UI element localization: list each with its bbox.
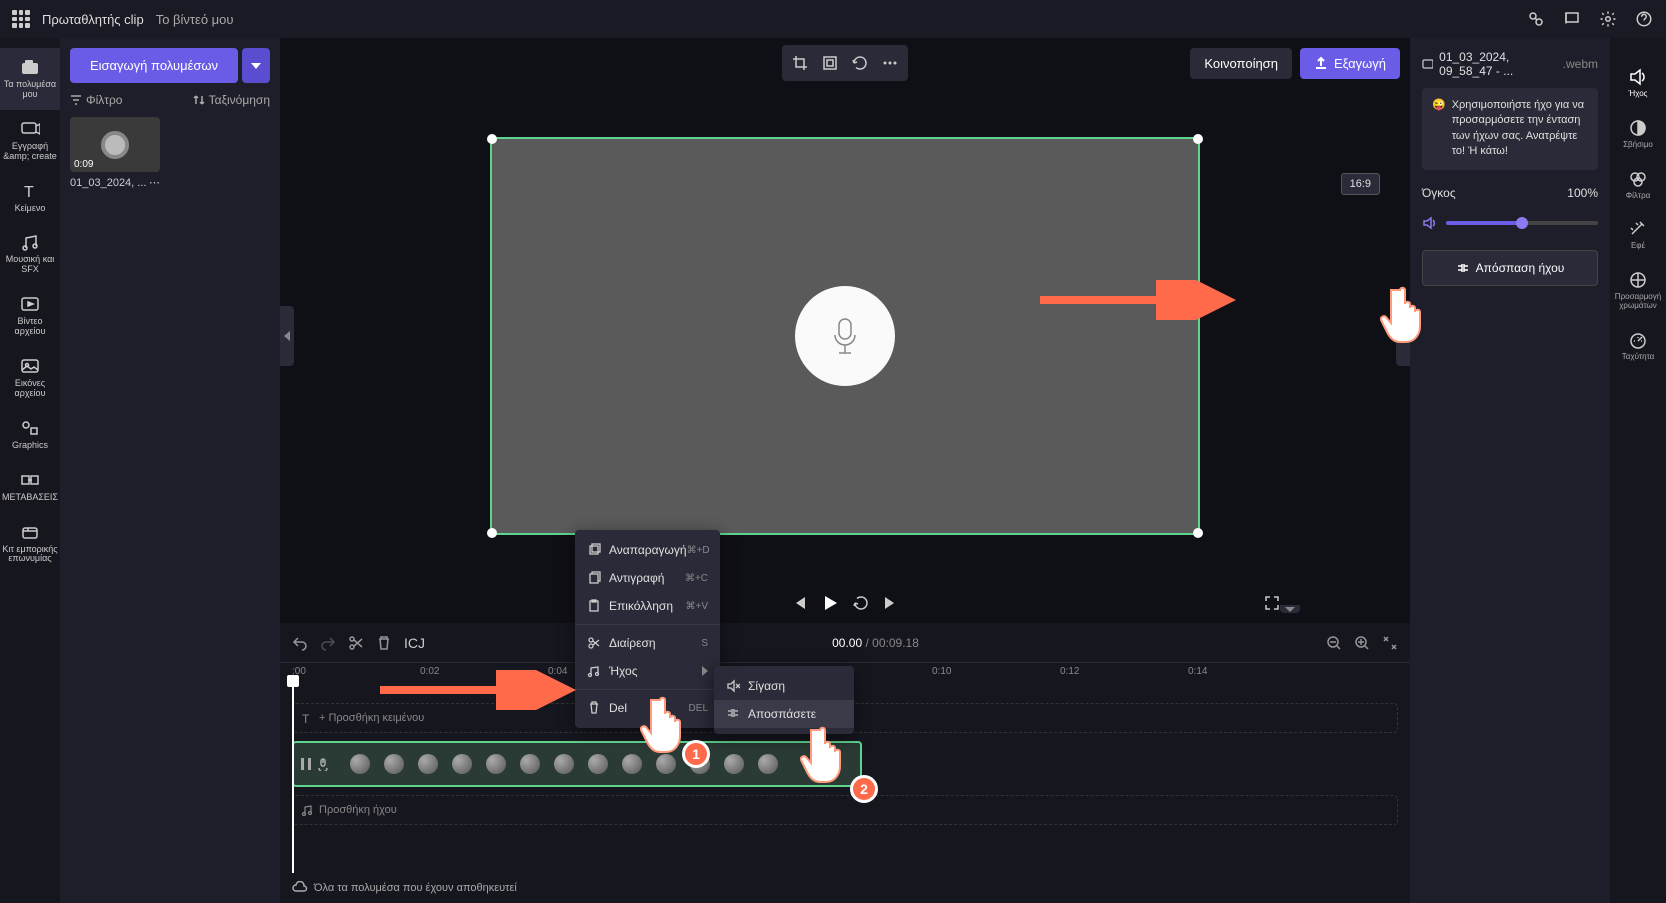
volume-icon[interactable]: [1422, 216, 1438, 230]
import-dropdown-button[interactable]: [242, 48, 270, 83]
video-preview[interactable]: [490, 137, 1200, 535]
rsidebar-item-fade[interactable]: Σβήσιμο: [1610, 109, 1666, 160]
export-button[interactable]: Εξαγωγή: [1300, 48, 1400, 79]
media-clip-item[interactable]: 0:09 01_03_2024, ... ⋯: [70, 117, 270, 189]
skip-forward-button[interactable]: [853, 595, 869, 611]
project-name[interactable]: Το βίντεό μου: [156, 12, 234, 27]
rsidebar-item-speed[interactable]: Ταχύτητα: [1610, 321, 1666, 372]
collapse-right-panel-button[interactable]: [1280, 605, 1300, 613]
sidebar-item-music[interactable]: Μουσική και SFX: [0, 223, 60, 285]
ctx-copy[interactable]: Αντιγραφή ⌘+C: [575, 564, 720, 592]
clip-play-icon: [300, 757, 312, 771]
ctx-duplicate[interactable]: Αναπαραγωγή ⌘+D: [575, 536, 720, 564]
sidebar-item-brand-kit[interactable]: Κιτ εμπορικής επωνυμίας: [0, 513, 60, 575]
play-button[interactable]: [821, 594, 839, 612]
zoom-in-button[interactable]: [1354, 635, 1370, 651]
settings-icon[interactable]: [1598, 9, 1618, 29]
aspect-ratio-badge[interactable]: 16:9: [1341, 173, 1380, 195]
fullscreen-button[interactable]: [1264, 595, 1280, 611]
selected-clip-name: 01_03_2024, 09_58_47 - ... .webm: [1422, 50, 1598, 78]
microphone-placeholder-icon: [795, 286, 895, 386]
help-icon[interactable]: [1634, 9, 1654, 29]
expand-right-button[interactable]: [1396, 306, 1410, 366]
expand-left-button[interactable]: [280, 306, 294, 366]
volume-label: Όγκος: [1422, 186, 1456, 200]
tip-box: 😜 Χρησιμοποιήστε ήχο για να προσαρμόσετε…: [1422, 88, 1598, 170]
zoom-out-button[interactable]: [1326, 635, 1342, 651]
skip-end-button[interactable]: [883, 595, 899, 611]
playhead[interactable]: [292, 685, 294, 873]
audio-submenu: Σίγαση Αποσπάσετε: [714, 666, 854, 734]
ctx-split[interactable]: Διαίρεση S: [575, 629, 720, 657]
sidebar-item-stock-video[interactable]: Βίντεο αρχείου: [0, 285, 60, 347]
rewards-icon[interactable]: [1526, 9, 1546, 29]
ctx-audio[interactable]: Ήχος: [575, 657, 720, 685]
timeline-time: 00.00 / 00:09.18: [832, 636, 919, 650]
sidebar-item-text[interactable]: T Κείμενο: [0, 172, 60, 224]
feedback-icon[interactable]: [1562, 9, 1582, 29]
sort-button[interactable]: Ταξινόμηση: [193, 93, 270, 107]
resize-handle-bl[interactable]: [487, 528, 497, 538]
split-button[interactable]: [348, 635, 364, 651]
volume-slider[interactable]: [1446, 221, 1598, 225]
rotate-button[interactable]: [846, 49, 874, 77]
rsidebar-item-effects[interactable]: Εφέ: [1610, 210, 1666, 261]
sidebar-item-my-media[interactable]: Τα πολυμέσα μου: [0, 48, 60, 110]
fit-button[interactable]: [816, 49, 844, 77]
audio-track[interactable]: Προσθήκη ήχου: [292, 795, 1398, 825]
sidebar-item-graphics[interactable]: Graphics: [0, 409, 60, 461]
submenu-mute[interactable]: Σίγαση: [714, 672, 854, 700]
volume-value: 100%: [1567, 186, 1598, 200]
svg-text:T: T: [302, 712, 310, 724]
resize-handle-br[interactable]: [1193, 528, 1203, 538]
media-clip-menu-icon[interactable]: ⋯: [149, 176, 160, 189]
sidebar-item-transitions[interactable]: ΜΕΤΑΒΑΣΕΙΣ: [0, 461, 60, 513]
app-name: Πρωταθλητής clip: [42, 12, 144, 27]
filter-button[interactable]: Φίλτρο: [70, 93, 122, 107]
skip-start-button[interactable]: [791, 595, 807, 611]
zoom-fit-button[interactable]: [1382, 635, 1398, 651]
resize-handle-tr[interactable]: [1193, 134, 1203, 144]
detach-audio-button[interactable]: Απόσπαση ήχου: [1422, 250, 1598, 286]
rsidebar-item-filters[interactable]: Φίλτρα: [1610, 160, 1666, 211]
rsidebar-item-audio[interactable]: Ήχος: [1610, 58, 1666, 109]
apps-grid-icon[interactable]: [12, 10, 30, 28]
footer-status-text: Όλα τα πολυμέσα που έχουν αποθηκευτεί: [314, 882, 517, 894]
crop-button[interactable]: [786, 49, 814, 77]
import-media-button[interactable]: Εισαγωγή πολυμέσων: [70, 48, 238, 83]
ctx-paste[interactable]: Επικόλληση ⌘+V: [575, 592, 720, 620]
ctx-delete[interactable]: Del DEL: [575, 694, 720, 722]
clip-context-menu: Αναπαραγωγή ⌘+D Αντιγραφή ⌘+C Επικόλληση…: [575, 530, 720, 728]
cloud-icon: [292, 881, 308, 895]
sidebar-item-stock-images[interactable]: Εικόνες αρχείου: [0, 347, 60, 409]
delete-button[interactable]: [376, 635, 392, 651]
resize-handle-tl[interactable]: [487, 134, 497, 144]
more-options-button[interactable]: [876, 49, 904, 77]
sidebar-item-record[interactable]: Εγγραφή &amp; create: [0, 110, 60, 172]
keyboard-label: ICJ: [404, 635, 425, 651]
undo-button[interactable]: [292, 635, 308, 651]
svg-text:T: T: [24, 184, 34, 200]
submenu-detach[interactable]: Αποσπάσετε: [714, 700, 854, 728]
share-button[interactable]: Κοινοποίηση: [1190, 48, 1292, 79]
rsidebar-item-adjust-colors[interactable]: Προσαρμογή χρωμάτων: [1610, 261, 1666, 321]
video-clip[interactable]: [292, 741, 862, 787]
redo-button[interactable]: [320, 635, 336, 651]
